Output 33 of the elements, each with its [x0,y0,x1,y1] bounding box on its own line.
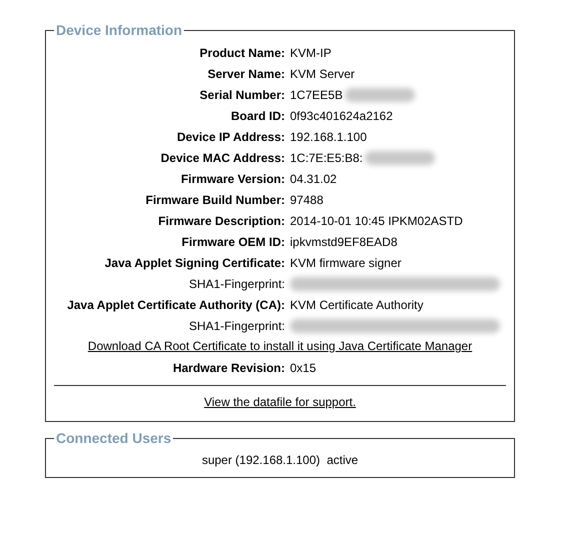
field-label: Board ID: [230,108,286,122]
download-link[interactable]: Download CA Root Certificate to install it using Java Certificate Manager [88,339,472,353]
field-value: 192.168.1.100 [290,130,367,144]
field-value: KVM Certificate Authority [290,298,424,312]
field-value: 1C7EE5B [290,88,343,102]
field-value: ipkvmstd9EF8EAD8 [290,234,398,248]
user-entry: super (192.168.1.100) active [202,453,358,467]
field-value: 0x15 [290,360,316,374]
field-label: Firmware Description: [157,214,286,228]
panel-title: Device Information [55,22,184,38]
field-label: Firmware OEM ID: [180,234,286,248]
field-value: KVM Server [290,66,355,80]
field-value: 2014-10-01 10:45 IPKM02ASTD [290,214,463,228]
field-value: 1C:7E:E5:B8: [290,150,363,164]
field-label: Serial Number: [198,88,286,102]
field-label: Hardware Revision: [172,360,286,374]
field-value: KVM-IP [290,46,332,60]
field-value: KVM firmware signer [290,256,402,270]
field-label: Device MAC Address: [160,150,286,164]
field-value: 97488 [290,192,324,206]
datafile-link[interactable]: View the datafile for support. [204,395,356,409]
field-label: Server Name: [206,66,286,80]
field-value: 0f93c401624a2162 [290,108,393,122]
panel-title: Connected Users [55,430,172,446]
field-label: SHA1-Fingerprint: [188,318,286,332]
field-label: Device IP Address: [176,130,286,144]
field-value: 04.31.02 [290,172,337,186]
field-label: Java Applet Certificate Authority (CA): [66,298,286,312]
field-label: Product Name: [198,46,286,60]
field-label: Java Applet Signing Certificate: [104,256,286,270]
field-label: SHA1-Fingerprint: [188,276,286,290]
field-label: Firmware Build Number: [144,192,286,206]
field-label: Firmware Version: [180,172,286,186]
